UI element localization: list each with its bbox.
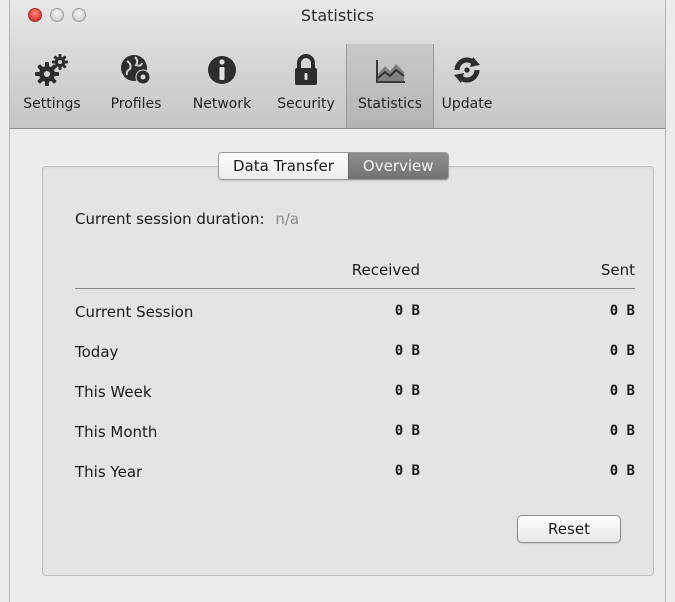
toolbar-tab-label: Update xyxy=(441,96,493,112)
sent-value: 0 B xyxy=(609,423,635,439)
refresh-icon xyxy=(449,52,485,88)
segment-overview[interactable]: Overview xyxy=(347,153,448,179)
sent-value: 0 B xyxy=(609,303,635,319)
session-duration-label: Current session duration: xyxy=(75,210,265,228)
toolbar-tab-statistics[interactable]: Statistics xyxy=(346,44,434,128)
window-title: Statistics xyxy=(300,6,375,25)
session-duration-value: n/a xyxy=(275,210,300,228)
received-value: 0 B xyxy=(394,303,420,319)
toolbar-tabs: Settings Profiles Network Security Stati… xyxy=(10,44,500,128)
toolbar-tab-label: Security xyxy=(277,96,335,112)
toolbar-tab-network[interactable]: Network xyxy=(178,44,266,128)
column-header-sent: Sent xyxy=(600,261,635,279)
toolbar-tab-settings[interactable]: Settings xyxy=(10,44,94,128)
sent-value: 0 B xyxy=(609,343,635,359)
lock-icon xyxy=(288,52,324,88)
toolbar-tab-label: Statistics xyxy=(358,96,422,112)
preferences-window: Statistics Settings Profiles Network Sec… xyxy=(10,0,665,602)
table-header: Received Sent xyxy=(75,258,635,289)
column-header-received: Received xyxy=(351,261,420,279)
row-label: Today xyxy=(75,343,119,361)
row-label: Current Session xyxy=(75,303,194,321)
reset-button[interactable]: Reset xyxy=(517,515,621,543)
sent-value: 0 B xyxy=(609,383,635,399)
gears-icon xyxy=(34,52,70,88)
table-row: This Year 0 B 0 B xyxy=(75,449,635,489)
chart-icon xyxy=(372,52,408,88)
table-row: This Month 0 B 0 B xyxy=(75,409,635,449)
table-row: Today 0 B 0 B xyxy=(75,329,635,369)
transfer-table: Received Sent Current Session 0 B 0 B To… xyxy=(75,258,635,489)
toolbar-tab-security[interactable]: Security xyxy=(266,44,346,128)
segment-data-transfer[interactable]: Data Transfer xyxy=(219,153,348,179)
row-label: This Week xyxy=(75,383,152,401)
toolbar: Statistics Settings Profiles Network Sec… xyxy=(10,0,665,129)
info-icon xyxy=(204,52,240,88)
sent-value: 0 B xyxy=(609,463,635,479)
toolbar-tab-label: Profiles xyxy=(110,96,162,112)
row-label: This Month xyxy=(75,423,158,441)
toolbar-tab-label: Settings xyxy=(23,96,81,112)
session-duration: Current session duration: n/a xyxy=(75,210,299,228)
row-label: This Year xyxy=(75,463,143,481)
table-row: This Week 0 B 0 B xyxy=(75,369,635,409)
received-value: 0 B xyxy=(394,463,420,479)
received-value: 0 B xyxy=(394,383,420,399)
received-value: 0 B xyxy=(394,343,420,359)
toolbar-tab-profiles[interactable]: Profiles xyxy=(94,44,178,128)
toolbar-tab-update[interactable]: Update xyxy=(434,44,500,128)
table-row: Current Session 0 B 0 B xyxy=(75,289,635,329)
received-value: 0 B xyxy=(394,423,420,439)
view-segmented-control: Data Transfer Overview xyxy=(218,152,449,180)
toolbar-tab-label: Network xyxy=(192,96,252,112)
globe-gear-icon xyxy=(118,52,154,88)
